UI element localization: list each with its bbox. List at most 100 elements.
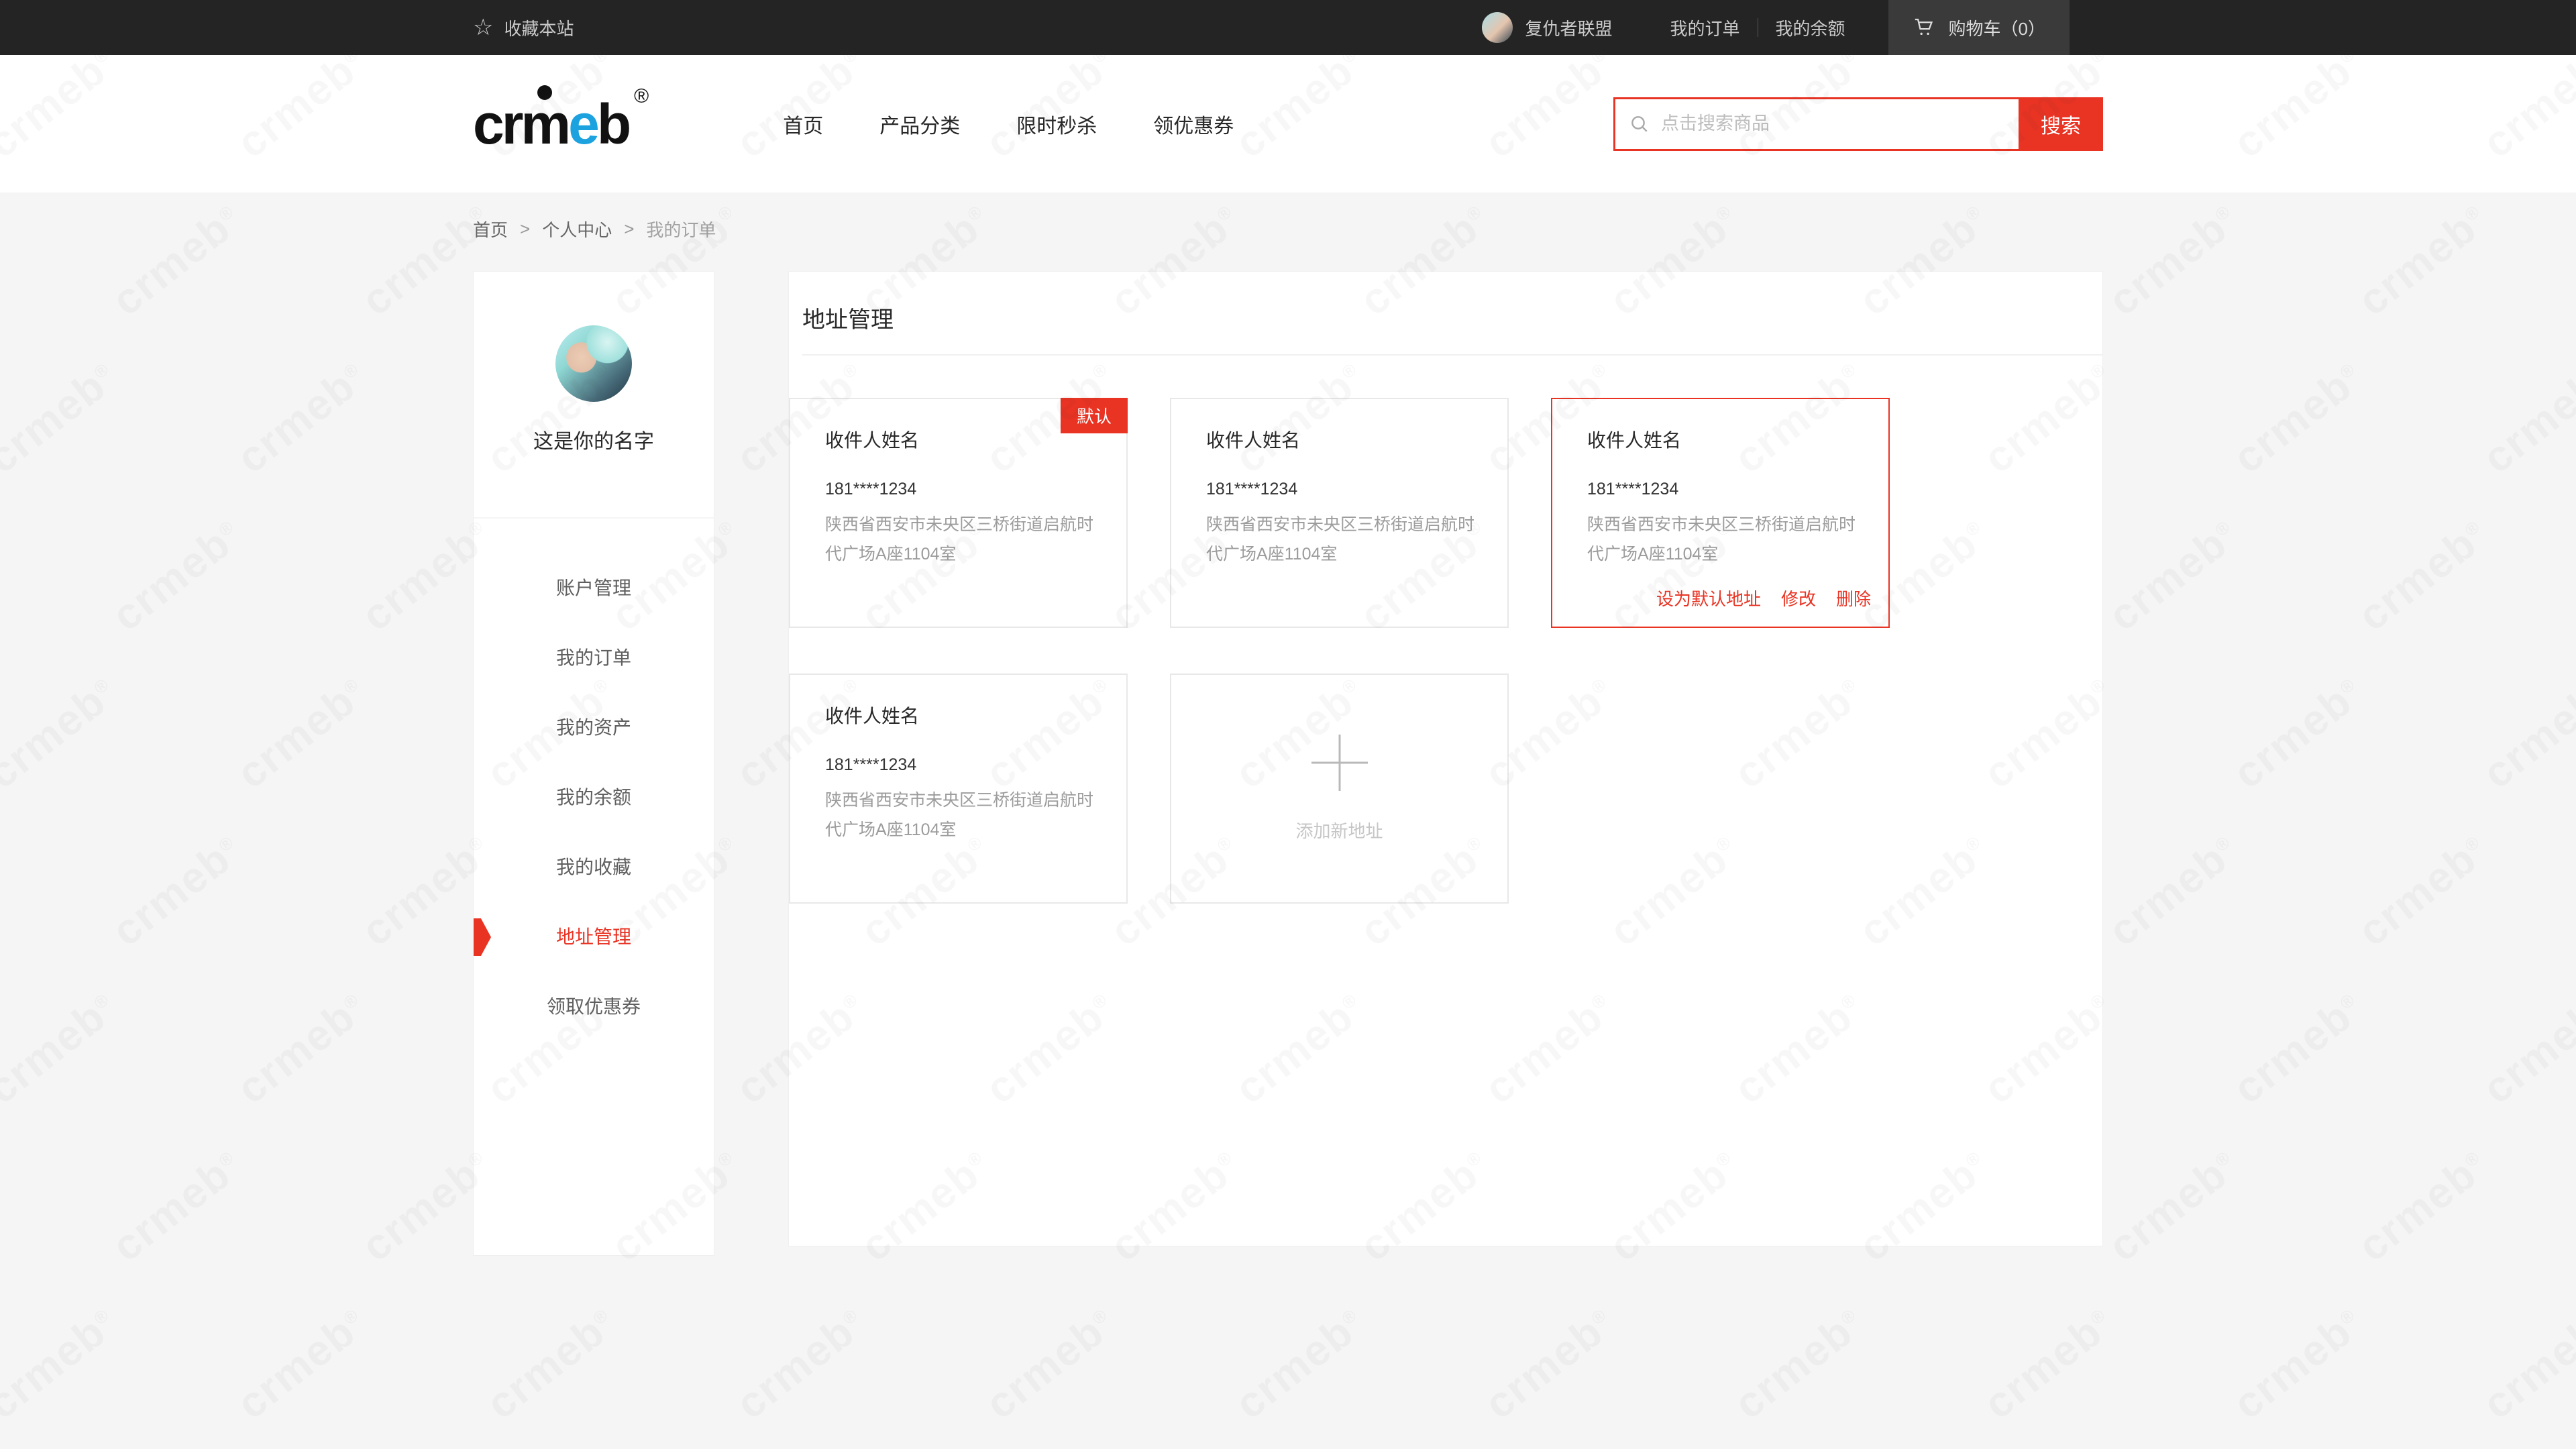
add-address-button[interactable]: 添加新地址 xyxy=(1170,674,1509,904)
search-input[interactable] xyxy=(1650,99,2019,149)
nav-item-seckill[interactable]: 限时秒杀 xyxy=(1016,109,1097,139)
topbar-my-orders-link[interactable]: 我的订单 xyxy=(1652,15,1757,40)
watermark-text: crmeb® xyxy=(0,982,126,1114)
watermark-text: crmeb® xyxy=(2099,1140,2247,1271)
watermark-text: crmeb® xyxy=(103,194,251,325)
recipient-address: 陕西省西安市未央区三桥街道启航时代广场A座1104室 xyxy=(825,510,1107,569)
watermark-text: crmeb® xyxy=(477,1297,625,1429)
sidebar-menu: 账户管理 我的订单 我的资产 我的余额 我的收藏 地址管理 领取优惠券 xyxy=(474,553,714,1042)
recipient-phone: 181****1234 xyxy=(825,480,1099,499)
nav-item-categories[interactable]: 产品分类 xyxy=(879,109,960,139)
watermark-text: crmeb® xyxy=(103,824,251,956)
watermark-text: crmeb® xyxy=(2473,352,2576,483)
watermark-text: crmeb® xyxy=(0,509,1,641)
watermark-text: crmeb® xyxy=(2224,352,2372,483)
crmeb-logo[interactable]: crmeb ® xyxy=(473,96,649,152)
recipient-address: 陕西省西安市未央区三桥街道启航时代广场A座1104室 xyxy=(1206,510,1488,569)
watermark-text: crmeb® xyxy=(2224,982,2372,1114)
user-nickname[interactable]: 复仇者联盟 xyxy=(1525,15,1612,40)
sidebar-item-assets[interactable]: 我的资产 xyxy=(474,693,714,763)
breadcrumb-home[interactable]: 首页 xyxy=(473,217,508,241)
nav-item-coupons[interactable]: 领优惠券 xyxy=(1153,109,1234,139)
watermark-text: crmeb® xyxy=(976,1297,1124,1429)
recipient-name: 收件人姓名 xyxy=(825,702,1099,729)
sidebar-item-favorites[interactable]: 我的收藏 xyxy=(474,833,714,902)
delete-address-button[interactable]: 删除 xyxy=(1836,586,1871,610)
topbar-avatar[interactable] xyxy=(1482,12,1513,43)
address-panel: 地址管理 默认 收件人姓名 181****1234 陕西省西安市未央区三桥街道启… xyxy=(788,271,2103,1246)
address-card[interactable]: 收件人姓名 181****1234 陕西省西安市未央区三桥街道启航时代广场A座1… xyxy=(1170,398,1509,628)
sidebar-item-coupons[interactable]: 领取优惠券 xyxy=(474,972,714,1042)
watermark-text: crmeb® xyxy=(103,509,251,641)
sidebar-item-balance[interactable]: 我的余额 xyxy=(474,763,714,833)
watermark-text: crmeb® xyxy=(2224,667,2372,798)
recipient-phone: 181****1234 xyxy=(1587,480,1862,499)
sidebar-item-address[interactable]: 地址管理 xyxy=(474,902,714,972)
breadcrumb-separator: > xyxy=(520,219,530,239)
watermark-text: crmeb® xyxy=(0,352,126,483)
registered-mark: ® xyxy=(634,87,649,107)
active-marker xyxy=(474,918,491,956)
address-card-default[interactable]: 默认 收件人姓名 181****1234 陕西省西安市未央区三桥街道启航时代广场… xyxy=(789,398,1128,628)
watermark-text: crmeb® xyxy=(227,667,376,798)
logo-text-m: m xyxy=(521,96,568,152)
main-nav: 首页 产品分类 限时秒杀 领优惠券 xyxy=(783,109,1234,139)
recipient-phone: 181****1234 xyxy=(825,755,1099,775)
edit-address-button[interactable]: 修改 xyxy=(1781,586,1816,610)
sidebar-item-orders[interactable]: 我的订单 xyxy=(474,623,714,693)
watermark-text: crmeb® xyxy=(0,824,1,956)
logo-text-b: b xyxy=(597,96,629,152)
set-default-address-button[interactable]: 设为默认地址 xyxy=(1656,586,1761,610)
watermark-text: crmeb® xyxy=(227,982,376,1114)
watermark-text: crmeb® xyxy=(2349,194,2497,325)
address-card[interactable]: 收件人姓名 181****1234 陕西省西安市未央区三桥街道启航时代广场A座1… xyxy=(789,674,1128,904)
default-badge: 默认 xyxy=(1061,398,1128,433)
star-icon: ☆ xyxy=(473,16,493,39)
watermark-text: crmeb® xyxy=(0,1140,1,1271)
recipient-name: 收件人姓名 xyxy=(825,426,1099,453)
username: 这是你的名字 xyxy=(474,425,714,454)
watermark-text: crmeb® xyxy=(0,194,1,325)
recipient-address: 陕西省西安市未央区三桥街道启航时代广场A座1104室 xyxy=(1587,510,1869,569)
recipient-address: 陕西省西安市未央区三桥街道启航时代广场A座1104室 xyxy=(825,786,1107,845)
card-actions: 设为默认地址 修改 删除 xyxy=(1656,586,1871,610)
breadcrumb: 首页 > 个人中心 > 我的订单 xyxy=(473,217,2103,241)
watermark-text: crmeb® xyxy=(0,667,126,798)
user-sidebar: 这是你的名字 账户管理 我的订单 我的资产 我的余额 我的收藏 地址管理 领取优… xyxy=(473,271,714,1256)
logo-dot xyxy=(537,85,552,100)
watermark-text: crmeb® xyxy=(2473,1297,2576,1429)
sidebar-divider xyxy=(474,517,714,519)
watermark-text: crmeb® xyxy=(103,1140,251,1271)
favorite-site[interactable]: ☆ 收藏本站 xyxy=(473,15,574,40)
address-card-grid: 默认 收件人姓名 181****1234 陕西省西安市未央区三桥街道启航时代广场… xyxy=(789,398,2102,904)
cart-label: 购物车 xyxy=(1949,15,2001,40)
watermark-text: crmeb® xyxy=(1226,1297,1374,1429)
cart-button[interactable]: 购物车 （0） xyxy=(1888,0,2070,55)
watermark-text: crmeb® xyxy=(227,352,376,483)
topbar-my-balance-link[interactable]: 我的余额 xyxy=(1758,15,1863,40)
breadcrumb-current: 我的订单 xyxy=(646,217,716,241)
watermark-text: crmeb® xyxy=(1974,1297,2123,1429)
logo-text-cr: cr xyxy=(473,96,521,152)
sidebar-item-account[interactable]: 账户管理 xyxy=(474,553,714,623)
nav-item-home[interactable]: 首页 xyxy=(783,109,823,139)
recipient-name: 收件人姓名 xyxy=(1206,426,1481,453)
page-title: 地址管理 xyxy=(789,272,2102,354)
watermark-text: crmeb® xyxy=(2349,1140,2497,1271)
watermark-text: crmeb® xyxy=(2099,824,2247,956)
topbar: ☆ 收藏本站 复仇者联盟 我的订单 我的余额 购物车 （0） xyxy=(0,0,2576,55)
address-card-hovered[interactable]: 收件人姓名 181****1234 陕西省西安市未央区三桥街道启航时代广场A座1… xyxy=(1551,398,1890,628)
breadcrumb-user-center[interactable]: 个人中心 xyxy=(542,217,612,241)
search-button[interactable]: 搜索 xyxy=(2019,97,2103,151)
search-bar: 搜索 xyxy=(1613,97,2103,151)
watermark-text: crmeb® xyxy=(1725,1297,1873,1429)
favorite-site-label: 收藏本站 xyxy=(504,15,574,40)
cart-icon xyxy=(1913,16,1937,39)
logo-text-e: e xyxy=(568,96,597,152)
watermark-text: crmeb® xyxy=(2224,1297,2372,1429)
watermark-text: crmeb® xyxy=(1475,1297,1623,1429)
watermark-text: crmeb® xyxy=(0,1297,126,1429)
site-header: crmeb ® 首页 产品分类 限时秒杀 领优惠券 搜索 xyxy=(0,55,2576,193)
recipient-name: 收件人姓名 xyxy=(1587,426,1862,453)
title-divider xyxy=(802,354,2102,356)
